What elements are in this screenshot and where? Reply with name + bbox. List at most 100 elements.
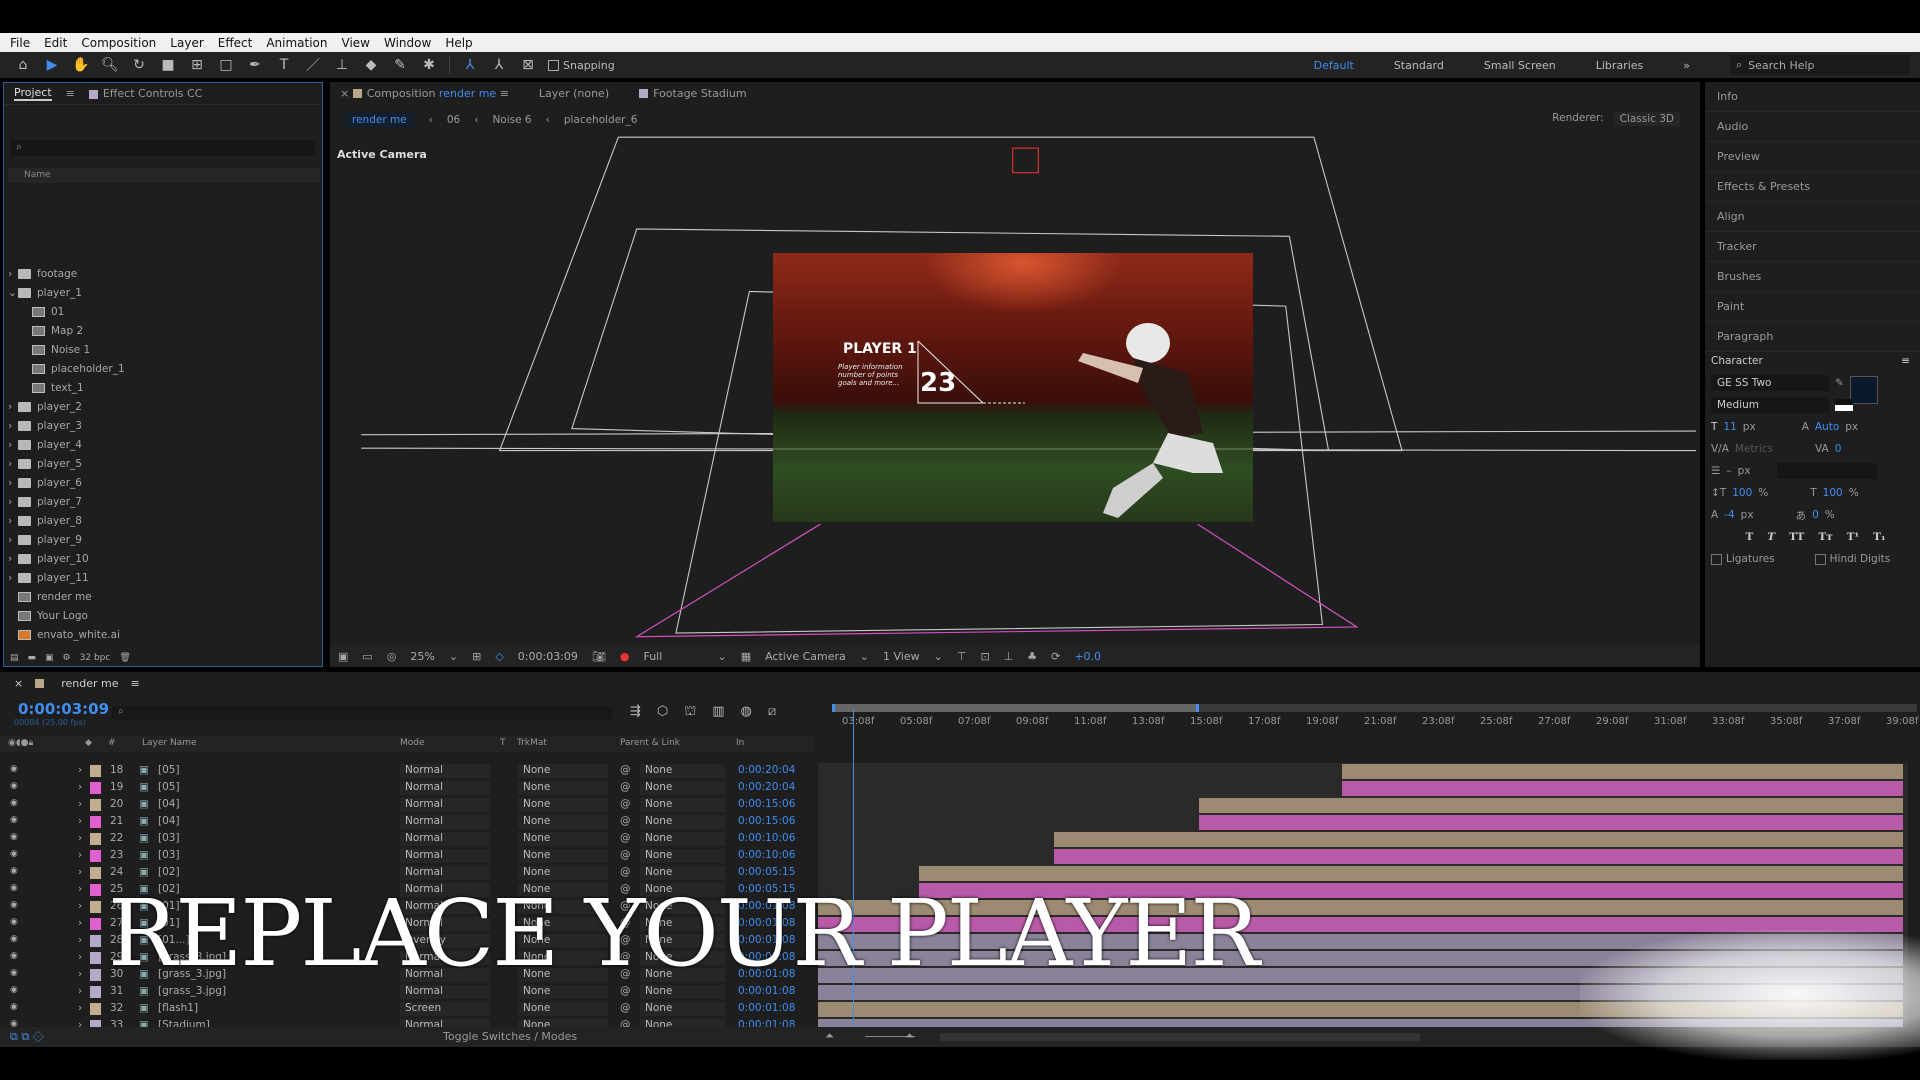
type-tool-icon[interactable]: T	[275, 57, 293, 73]
visibility-eye-icon[interactable]: ◉	[10, 781, 18, 791]
in-point[interactable]: 0:00:15:06	[738, 815, 795, 827]
puppet-tool-icon[interactable]: ✱	[420, 57, 438, 73]
renderer-button[interactable]: Classic 3D	[1613, 112, 1680, 126]
panel-item-brushes[interactable]: Brushes	[1705, 262, 1920, 292]
panel-item-paragraph[interactable]: Paragraph	[1705, 322, 1920, 352]
pick-whip-icon[interactable]: @	[620, 764, 631, 776]
eraser-tool-icon[interactable]: ◆	[362, 57, 380, 73]
expand-chevron-icon[interactable]: ›	[78, 764, 82, 776]
graph-editor-icon[interactable]: ⧄	[768, 704, 776, 721]
expand-chevron-icon[interactable]: ›	[78, 985, 82, 997]
flowchart-icon[interactable]: ⊥	[1004, 650, 1014, 663]
selection-tool-icon[interactable]: ▶	[43, 57, 61, 73]
faux-italic-icon[interactable]: T	[1767, 531, 1775, 543]
project-item[interactable]: › player_4	[8, 436, 82, 455]
label-color-swatch[interactable]	[90, 952, 101, 964]
layer-name[interactable]: [flash1]	[158, 1002, 198, 1014]
visibility-eye-icon[interactable]: ◉	[10, 917, 18, 927]
label-color-swatch[interactable]	[90, 799, 101, 811]
pen-tool-icon[interactable]: ✒	[246, 57, 264, 73]
layer-row[interactable]: ◉ › 18 ▣ [05] Normal None @ None 0:00:20:04	[0, 763, 815, 780]
layer-row[interactable]: ◉ › 19 ▣ [05] Normal None @ None 0:00:20:04	[0, 780, 815, 797]
exposure-value[interactable]: +0.0	[1074, 650, 1101, 663]
pick-whip-icon[interactable]: @	[620, 866, 631, 878]
expand-chevron-icon[interactable]: ›	[78, 917, 82, 929]
kerning-value[interactable]: Metrics	[1735, 443, 1773, 455]
small-caps-icon[interactable]: Tт	[1818, 531, 1832, 543]
chevron-right-icon[interactable]: ›	[8, 550, 18, 569]
project-item[interactable]: › player_11	[8, 569, 89, 588]
project-item[interactable]: render me	[8, 588, 92, 607]
color-channels-icon[interactable]: ●	[620, 650, 630, 663]
composition-mini-flowchart-icon[interactable]: ⇶	[630, 704, 641, 721]
layer-name[interactable]: [04]	[158, 815, 180, 827]
mode-select[interactable]: Normal	[400, 985, 490, 999]
frame-blending-icon[interactable]: ▥	[712, 704, 724, 721]
toggle-switches-modes-button[interactable]: Toggle Switches / Modes	[443, 1030, 577, 1043]
magnification-select[interactable]: 25%	[410, 650, 434, 663]
motion-blur-icon[interactable]: ◍	[741, 704, 752, 721]
parent-select[interactable]: None	[640, 764, 725, 778]
comp-flowchart-icon[interactable]: ♣	[1027, 650, 1037, 663]
label-color-swatch[interactable]	[90, 918, 101, 930]
zoom-in-icon[interactable]: ⏶	[905, 1029, 914, 1043]
menu-file[interactable]: File	[10, 36, 30, 50]
vertical-scale-value[interactable]: 100	[1732, 487, 1752, 499]
tab-composition[interactable]: × Composition render me ≡	[340, 87, 509, 100]
resolution-select[interactable]: Full	[643, 650, 703, 663]
mode-select[interactable]: Normal	[400, 866, 490, 880]
layer-name[interactable]: [05]	[158, 781, 180, 793]
chevron-right-icon[interactable]: ›	[8, 455, 18, 474]
rotate-tool-icon[interactable]: ↻	[130, 57, 148, 73]
roto-brush-tool-icon[interactable]: ✎	[391, 57, 409, 73]
timeline-search-input[interactable]: ⌕	[112, 706, 612, 720]
menu-help[interactable]: Help	[445, 36, 472, 50]
eyedropper-icon[interactable]: ✎	[1835, 377, 1844, 389]
expand-chevron-icon[interactable]: ›	[78, 934, 82, 946]
pick-whip-icon[interactable]: @	[620, 798, 631, 810]
expand-chevron-icon[interactable]: ›	[78, 849, 82, 861]
label-color-swatch[interactable]	[90, 884, 101, 896]
layer-duration-bar[interactable]	[1053, 849, 1903, 864]
panel-item-tracker[interactable]: Tracker	[1705, 232, 1920, 262]
label-color-swatch[interactable]	[90, 782, 101, 794]
chevron-right-icon[interactable]: ›	[8, 436, 18, 455]
trkmat-select[interactable]: None	[518, 1002, 608, 1016]
faux-bold-icon[interactable]: T	[1745, 531, 1753, 543]
current-timecode[interactable]: 0:00:03:09	[18, 700, 109, 718]
chevron-right-icon[interactable]: ›	[8, 265, 18, 284]
fast-previews-icon[interactable]: ⊤	[957, 650, 967, 663]
panel-item-align[interactable]: Align	[1705, 202, 1920, 232]
superscript-icon[interactable]: T¹	[1847, 531, 1859, 543]
font-size-value[interactable]: 11	[1723, 421, 1736, 433]
expand-chevron-icon[interactable]: ›	[78, 781, 82, 793]
parent-select[interactable]: None	[640, 798, 725, 812]
menu-animation[interactable]: Animation	[266, 36, 327, 50]
visibility-eye-icon[interactable]: ◉	[10, 934, 18, 944]
all-caps-icon[interactable]: TT	[1789, 531, 1804, 543]
panel-item-paint[interactable]: Paint	[1705, 292, 1920, 322]
label-color-swatch[interactable]	[90, 935, 101, 947]
layer-name[interactable]: [02]	[158, 866, 180, 878]
visibility-eye-icon[interactable]: ◉	[10, 883, 18, 893]
expand-chevron-icon[interactable]: ›	[78, 900, 82, 912]
pick-whip-icon[interactable]: @	[620, 1002, 631, 1014]
in-point[interactable]: 0:00:01:08	[738, 1002, 795, 1014]
layer-row[interactable]: ◉ › 20 ▣ [04] Normal None @ None 0:00:15:06	[0, 797, 815, 814]
snapshot-camera-icon[interactable]: 📷︎	[592, 650, 606, 663]
in-point[interactable]: 0:00:20:04	[738, 764, 795, 776]
layer-duration-bar[interactable]	[1053, 832, 1903, 847]
expand-chevron-icon[interactable]: ›	[78, 866, 82, 878]
ligatures-checkbox[interactable]	[1711, 553, 1722, 565]
baseline-shift-value[interactable]: -4	[1724, 509, 1734, 521]
chevron-right-icon[interactable]: ›	[8, 512, 18, 531]
parent-select[interactable]: None	[640, 1002, 725, 1016]
pick-whip-icon[interactable]: @	[620, 815, 631, 827]
timeline-icon[interactable]: ⊡	[980, 650, 989, 663]
home-icon[interactable]: ⌂	[14, 57, 32, 73]
transparency-grid-icon[interactable]: ▦	[741, 650, 751, 663]
horizontal-scale-value[interactable]: 100	[1823, 487, 1843, 499]
visibility-eye-icon[interactable]: ◉	[10, 764, 18, 774]
timeline-tab[interactable]: × render me ≡	[0, 672, 1920, 694]
camera-view-select[interactable]: Active Camera	[765, 650, 846, 663]
